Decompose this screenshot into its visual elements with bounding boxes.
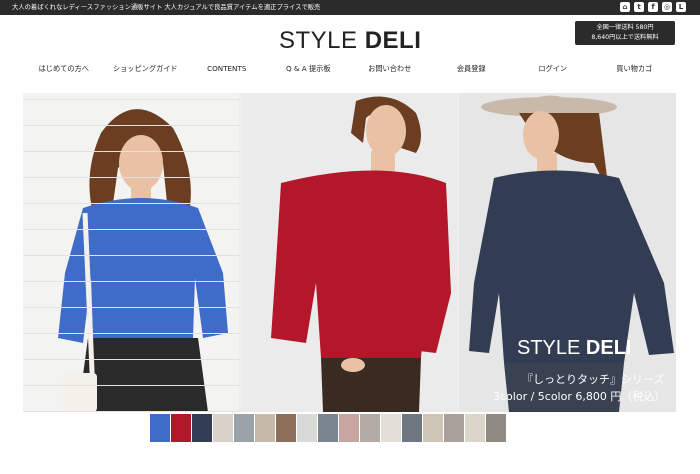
thumbnail-6[interactable] [255,414,275,442]
hero-banner[interactable] [23,93,676,412]
hero-model-navy [459,93,676,412]
hero-model-blue [23,93,239,412]
shipping-line-2: 8,640円以上で送料無料 [591,34,659,41]
main-nav: はじめての方へ ショッピングガイド CONTENTS Q & A 提示板 お問い… [23,64,675,74]
thumbnail-1[interactable] [150,414,170,442]
thumbnail-13[interactable] [402,414,422,442]
nav-cart[interactable]: 買い物カゴ [594,64,676,74]
thumbnail-11[interactable] [360,414,380,442]
nav-shopping-guide[interactable]: ショッピングガイド [105,64,187,74]
thumbnail-4[interactable] [213,414,233,442]
thumbnail-5[interactable] [234,414,254,442]
twitter-icon[interactable]: t [634,2,644,12]
hero-price: 3color / 5color 6,800 円（税込） [493,390,666,403]
nav-contact[interactable]: お問い合わせ [349,64,431,74]
thumbnail-16[interactable] [465,414,485,442]
nav-login[interactable]: ログイン [512,64,594,74]
hero-model-red [241,93,457,412]
home-icon[interactable]: ⌂ [620,2,630,12]
thumbnail-14[interactable] [423,414,443,442]
nav-qa-board[interactable]: Q & A 提示板 [268,64,350,74]
thumbnail-2[interactable] [171,414,191,442]
hero-logo-light: STYLE [517,337,586,359]
hero-logo-bold: DELI [585,337,632,359]
thumbnail-10[interactable] [339,414,359,442]
thumbnail-12[interactable] [381,414,401,442]
nav-first-time[interactable]: はじめての方へ [23,64,105,74]
logo-light-text: STYLE [279,27,365,54]
top-bar: 大人の着ばくれなレディースファッション通販サイト 大人カジュアルで良品質アイテム… [0,0,700,15]
site-tagline: 大人の着ばくれなレディースファッション通販サイト 大人カジュアルで良品質アイテム… [12,4,321,11]
thumbnail-9[interactable] [318,414,338,442]
thumbnail-strip [150,414,510,442]
thumbnail-7[interactable] [276,414,296,442]
hero-logo: STYLE DELI [517,337,631,360]
thumbnail-8[interactable] [297,414,317,442]
social-links: ⌂ t f ◎ L [620,2,686,12]
thumbnail-3[interactable] [192,414,212,442]
line-icon[interactable]: L [676,2,686,12]
thumbnail-15[interactable] [444,414,464,442]
facebook-icon[interactable]: f [648,2,658,12]
nav-contents[interactable]: CONTENTS [186,64,268,74]
thumbnail-17[interactable] [486,414,506,442]
shipping-info-box: 全国一律送料 580円 8,640円以上で送料無料 [575,21,675,45]
instagram-icon[interactable]: ◎ [662,2,672,12]
shipping-line-1: 全国一律送料 580円 [596,24,654,31]
hero-series-title: 『しっとりタッチ』シリーズ [522,373,665,386]
logo-bold-text: DELI [364,27,422,54]
site-logo[interactable]: STYLE DELI [279,27,421,55]
nav-register[interactable]: 会員登録 [431,64,513,74]
